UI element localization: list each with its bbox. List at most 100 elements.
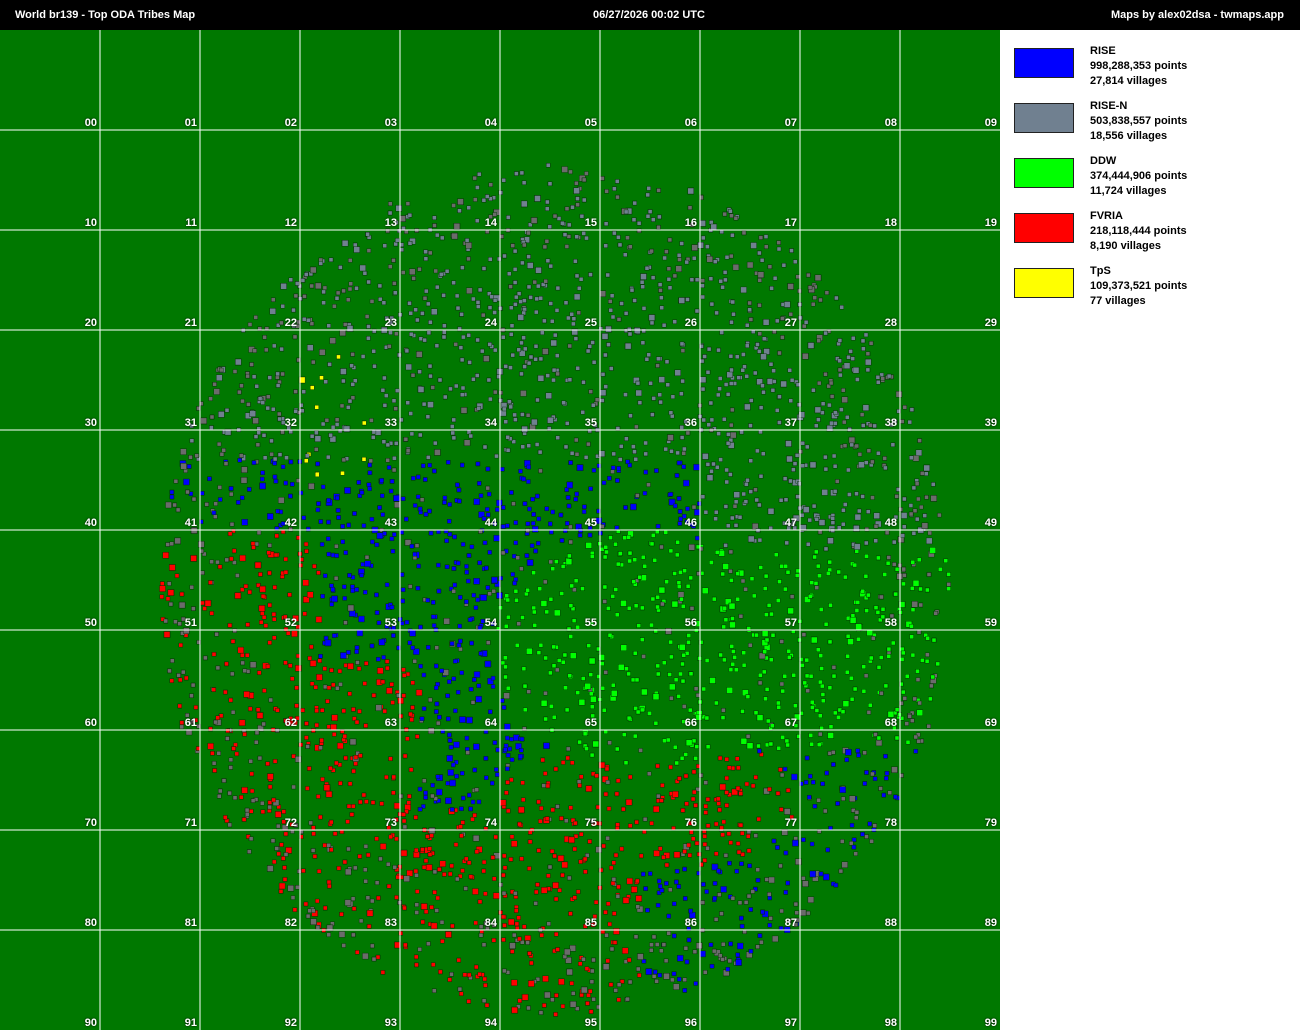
village-ddw[interactable]	[810, 700, 815, 705]
village-rise[interactable]	[213, 501, 218, 506]
village-rise[interactable]	[319, 542, 325, 547]
village-ddw[interactable]	[886, 654, 891, 659]
village-rise-n[interactable]	[545, 373, 550, 378]
village-fvria[interactable]	[691, 836, 696, 841]
village-ddw[interactable]	[852, 562, 857, 568]
village-rise-n[interactable]	[667, 285, 673, 291]
village-fvria[interactable]	[165, 596, 171, 601]
village-rise[interactable]	[509, 737, 514, 742]
village-rise-n[interactable]	[912, 455, 920, 462]
village-rise[interactable]	[685, 506, 690, 511]
village-ddw[interactable]	[677, 591, 685, 598]
village-ddw[interactable]	[632, 557, 637, 562]
village-fvria[interactable]	[570, 760, 575, 765]
village-fvria[interactable]	[314, 708, 319, 713]
village-rise-n[interactable]	[384, 393, 389, 398]
village-rise[interactable]	[779, 908, 784, 914]
village-ddw[interactable]	[875, 739, 883, 747]
village-fvria[interactable]	[290, 895, 296, 900]
village-ddw[interactable]	[915, 677, 921, 682]
village-rise-n[interactable]	[284, 455, 289, 460]
village-fvria[interactable]	[720, 832, 725, 837]
village-rise-n[interactable]	[507, 271, 512, 276]
village-fvria[interactable]	[363, 844, 369, 849]
village-rise[interactable]	[536, 516, 541, 522]
village-rise[interactable]	[456, 690, 461, 695]
village-rise-n[interactable]	[703, 510, 709, 515]
village-rise-n[interactable]	[461, 334, 466, 340]
village-rise-n[interactable]	[388, 264, 393, 269]
village-ddw[interactable]	[590, 554, 595, 559]
village-fvria[interactable]	[728, 840, 733, 845]
village-fvria[interactable]	[362, 681, 367, 686]
village-fvria[interactable]	[405, 736, 410, 741]
village-rise[interactable]	[367, 486, 372, 491]
village-fvria[interactable]	[235, 573, 240, 578]
village-rise[interactable]	[493, 535, 500, 542]
village-rise[interactable]	[428, 727, 435, 734]
village-rise-n[interactable]	[732, 504, 738, 509]
village-rise-n[interactable]	[854, 513, 862, 521]
village-rise-n[interactable]	[795, 274, 800, 280]
village-ddw[interactable]	[723, 617, 729, 622]
village-ddw[interactable]	[726, 687, 733, 694]
village-rise-n[interactable]	[839, 305, 844, 310]
village-rise-n[interactable]	[401, 270, 406, 275]
village-ddw[interactable]	[891, 640, 896, 646]
village-rise[interactable]	[370, 539, 375, 545]
village-ddw[interactable]	[866, 710, 872, 715]
village-rise-n[interactable]	[574, 452, 580, 457]
village-rise-n[interactable]	[870, 495, 875, 500]
village-rise[interactable]	[591, 468, 597, 473]
village-fvria[interactable]	[390, 700, 395, 705]
village-rise-n[interactable]	[643, 440, 648, 446]
village-rise[interactable]	[447, 502, 452, 507]
village-ddw[interactable]	[651, 533, 656, 538]
village-rise-n[interactable]	[662, 255, 667, 261]
village-fvria[interactable]	[595, 846, 602, 853]
village-fvria[interactable]	[415, 689, 423, 696]
village-fvria[interactable]	[309, 681, 315, 686]
village-rise-n[interactable]	[846, 467, 851, 473]
village-rise[interactable]	[315, 507, 321, 513]
village-rise-n[interactable]	[409, 332, 414, 337]
village-rise[interactable]	[485, 507, 490, 512]
village-rise-n[interactable]	[260, 400, 265, 405]
village-rise-n[interactable]	[466, 205, 471, 210]
village-rise[interactable]	[869, 839, 874, 844]
village-fvria[interactable]	[431, 962, 436, 967]
village-rise-n[interactable]	[623, 392, 628, 397]
village-rise-n[interactable]	[658, 376, 665, 383]
village-fvria[interactable]	[557, 888, 562, 893]
village-fvria[interactable]	[615, 894, 621, 899]
village-fvria[interactable]	[379, 843, 387, 850]
village-rise-n[interactable]	[326, 323, 331, 328]
village-ddw[interactable]	[709, 560, 714, 565]
village-rise-n[interactable]	[603, 384, 608, 389]
village-rise-n[interactable]	[272, 343, 277, 349]
village-ddw[interactable]	[901, 581, 906, 587]
village-rise-n[interactable]	[454, 293, 460, 299]
village-ddw[interactable]	[749, 576, 755, 581]
village-ddw[interactable]	[561, 660, 566, 665]
village-ddw[interactable]	[537, 586, 542, 591]
village-rise-n[interactable]	[705, 244, 710, 249]
village-fvria[interactable]	[521, 797, 526, 802]
village-rise-n[interactable]	[450, 424, 455, 429]
village-ddw[interactable]	[600, 661, 605, 666]
village-rise-n[interactable]	[763, 234, 769, 239]
village-fvria[interactable]	[724, 775, 729, 781]
village-rise[interactable]	[550, 509, 555, 515]
village-rise[interactable]	[384, 582, 390, 587]
village-ddw[interactable]	[783, 564, 788, 569]
village-fvria[interactable]	[256, 530, 262, 535]
village-ddw[interactable]	[543, 691, 548, 696]
village-ddw[interactable]	[828, 724, 834, 729]
village-rise-n[interactable]	[492, 310, 497, 315]
village-fvria[interactable]	[606, 806, 612, 811]
village-fvria[interactable]	[267, 640, 272, 645]
village-ddw[interactable]	[531, 605, 536, 611]
village-ddw[interactable]	[695, 693, 701, 698]
village-fvria[interactable]	[337, 742, 344, 750]
village-rise-n[interactable]	[382, 243, 387, 249]
